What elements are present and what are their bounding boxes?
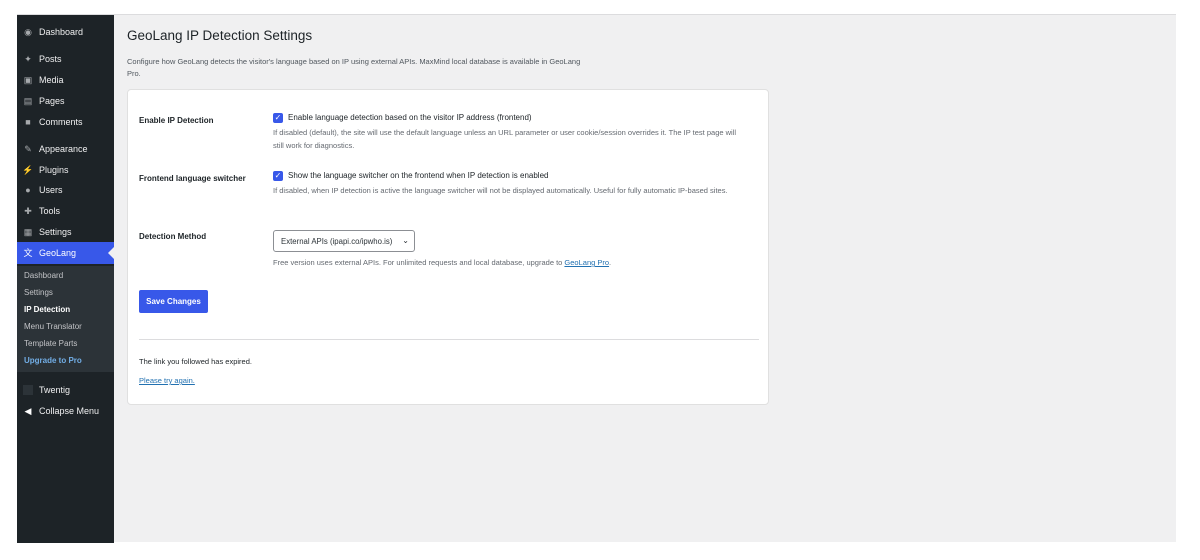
sidebar-item-label: Tools: [39, 206, 61, 216]
sidebar-item-label: Twentig: [39, 385, 71, 395]
comment-icon: ■: [25, 116, 31, 127]
sidebar-item-label: Settings: [39, 227, 72, 237]
detection-method-value: External APIs (ipapi.co/ipwho.is): [281, 236, 393, 246]
active-indicator: [108, 247, 114, 259]
detection-method-label: Detection Method: [139, 232, 207, 241]
sidebar-item-label: Plugins: [39, 165, 69, 175]
sidebar-item-media[interactable]: ▣ Media: [17, 70, 114, 90]
geolang-submenu: Dashboard Settings IP Detection Menu Tra…: [17, 266, 114, 372]
sidebar-item-label: Media: [39, 75, 64, 85]
user-icon: ●: [25, 184, 31, 195]
collapse-menu-button[interactable]: ◀ Collapse Menu: [17, 401, 114, 421]
page-title: GeoLang IP Detection Settings: [127, 28, 313, 43]
pages-icon: ▤: [23, 95, 33, 106]
sidebar-item-label: Collapse Menu: [39, 406, 100, 416]
detection-method-help: Free version uses external APIs. For unl…: [273, 257, 743, 270]
sidebar-item-label: Posts: [39, 54, 62, 64]
try-again-link[interactable]: Please try again.: [139, 376, 195, 385]
ip-detection-checkbox[interactable]: ✓: [273, 113, 283, 123]
sidebar-item-posts[interactable]: ✦ Posts: [17, 49, 114, 69]
submenu-item-upgrade-to-pro[interactable]: Upgrade to Pro: [24, 356, 82, 365]
translate-icon: 文: [23, 247, 33, 258]
pin-icon: ✦: [24, 53, 32, 64]
sidebar-item-label: GeoLang: [39, 248, 77, 258]
sidebar-item-label: Dashboard: [39, 27, 84, 37]
switcher-checkbox[interactable]: ✓: [273, 171, 283, 181]
help-suffix: .: [609, 258, 612, 267]
submenu-item-ip-detection[interactable]: IP Detection: [24, 305, 70, 314]
divider: [139, 339, 759, 340]
sidebar-item-settings[interactable]: ▦ Settings: [17, 222, 114, 242]
sidebar-item-label: Users: [39, 185, 63, 195]
twentig-icon: [23, 385, 33, 395]
sidebar-item-plugins[interactable]: ⚡ Plugins: [17, 160, 114, 180]
settings-icon: ▦: [23, 226, 33, 237]
chevron-down-icon: ⌄: [402, 236, 409, 245]
page-description: Configure how GeoLang detects the visito…: [127, 57, 581, 78]
collapse-icon: ◀: [24, 405, 32, 416]
submenu-item-settings[interactable]: Settings: [24, 288, 53, 297]
sidebar-item-appearance[interactable]: ✎ Appearance: [17, 139, 114, 159]
sidebar-item-users[interactable]: ● Users: [17, 180, 114, 200]
wrench-icon: ✚: [24, 205, 32, 216]
geolang-pro-link[interactable]: GeoLang Pro: [564, 258, 609, 267]
switcher-label: Frontend language switcher: [139, 174, 246, 183]
admin-sidebar: ◉ Dashboard ✦ Posts ▣ Media ▤ Pages ■ Co…: [17, 15, 114, 543]
sidebar-item-label: Comments: [39, 117, 83, 127]
submenu-item-menu-translator[interactable]: Menu Translator: [24, 322, 82, 331]
save-changes-button[interactable]: Save Changes: [139, 290, 208, 313]
detection-method-help-text: Free version uses external APIs. For unl…: [273, 258, 565, 267]
submenu-item-dashboard[interactable]: Dashboard: [24, 271, 63, 280]
settings-card: Enable IP Detection ✓ Enable language de…: [127, 89, 769, 405]
detection-method-select[interactable]: External APIs (ipapi.co/ipwho.is) ⌄: [273, 230, 415, 252]
plugin-icon: ⚡: [22, 164, 34, 175]
sidebar-item-pages[interactable]: ▤ Pages: [17, 91, 114, 111]
sidebar-item-geolang[interactable]: 文 GeoLang: [17, 242, 114, 264]
sidebar-item-label: Pages: [39, 96, 65, 106]
sidebar-item-label: Appearance: [39, 144, 88, 154]
ip-detection-checkbox-label[interactable]: Enable language detection based on the v…: [288, 113, 532, 122]
submenu-item-template-parts[interactable]: Template Parts: [24, 339, 77, 348]
brush-icon: ✎: [24, 143, 32, 154]
sidebar-item-dashboard[interactable]: ◉ Dashboard: [17, 22, 114, 42]
switcher-help: If disabled, when IP detection is active…: [273, 186, 728, 195]
ip-detection-help: If disabled (default), the site will use…: [273, 128, 737, 150]
ip-detection-label: Enable IP Detection: [139, 116, 214, 125]
dashboard-icon: ◉: [24, 26, 32, 37]
switcher-checkbox-label[interactable]: Show the language switcher on the fronte…: [288, 171, 548, 180]
expired-notice: The link you followed has expired.: [139, 357, 252, 366]
media-icon: ▣: [23, 74, 33, 85]
sidebar-item-comments[interactable]: ■ Comments: [17, 112, 114, 132]
admin-frame: ◉ Dashboard ✦ Posts ▣ Media ▤ Pages ■ Co…: [17, 14, 1176, 543]
sidebar-item-tools[interactable]: ✚ Tools: [17, 201, 114, 221]
sidebar-item-twentig[interactable]: Twentig: [17, 380, 114, 400]
